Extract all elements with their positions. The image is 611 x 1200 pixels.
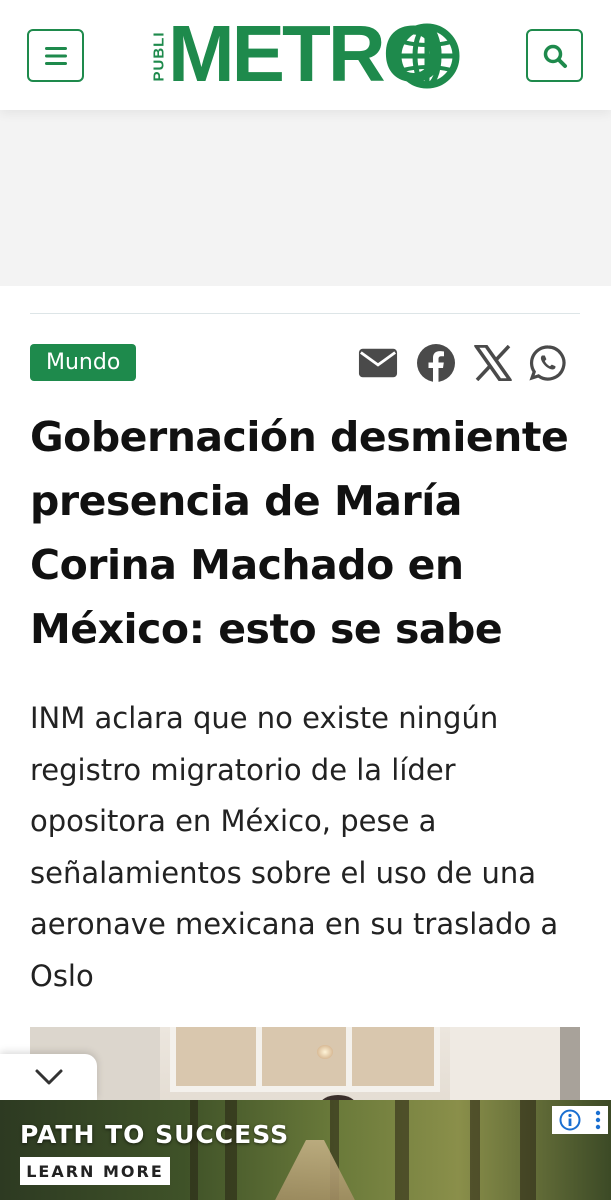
summary-line: registro migratorio de la líder: [30, 752, 456, 787]
ad-choices[interactable]: [552, 1106, 608, 1134]
share-whatsapp-button[interactable]: [528, 343, 568, 383]
ad-tree: [470, 1100, 480, 1200]
search-icon: [543, 44, 567, 68]
share-facebook-button[interactable]: [416, 343, 456, 383]
share-email-button[interactable]: [358, 343, 398, 383]
globe-icon: [394, 23, 460, 89]
info-icon[interactable]: [559, 1109, 581, 1131]
summary-line: opositora en México, pese a: [30, 804, 437, 838]
ad-headline: PATH TO SUCCESS: [20, 1120, 290, 1149]
whatsapp-icon: [529, 345, 566, 381]
ad-forest-path: [270, 1140, 360, 1200]
window-mullion: [346, 1027, 352, 1092]
bottom-ad-banner[interactable]: PATH TO SUCCESS LEARN MORE: [0, 1100, 611, 1200]
kebab-menu-icon[interactable]: [594, 1109, 602, 1131]
collapse-ad-button[interactable]: [0, 1054, 97, 1100]
site-logo[interactable]: PUBLI METRO: [150, 12, 462, 96]
window-mullion: [256, 1027, 262, 1092]
article-image[interactable]: [30, 1027, 580, 1105]
image-lamp: [317, 1045, 333, 1059]
ad-tree: [395, 1100, 409, 1200]
article-headline: Gobernación desmiente presencia de María…: [30, 405, 590, 661]
site-header: PUBLI METRO: [0, 0, 611, 110]
share-x-button[interactable]: [473, 343, 513, 383]
headline-line: México: esto se sabe: [30, 605, 503, 653]
top-ad-placeholder: [0, 110, 611, 286]
search-button[interactable]: [526, 29, 583, 82]
headline-line: Corina Machado en: [30, 541, 464, 589]
menu-button[interactable]: [27, 29, 84, 82]
summary-line: señalamientos sobre el uso de una: [30, 855, 537, 890]
facebook-icon: [417, 344, 455, 383]
logo-prefix: PUBLI: [150, 31, 168, 81]
headline-line: presencia de María: [30, 477, 462, 525]
image-window: [170, 1027, 440, 1092]
x-icon: [474, 345, 512, 381]
category-badge[interactable]: Mundo: [30, 344, 137, 381]
hamburger-menu-icon: [44, 46, 67, 65]
image-edge: [560, 1027, 580, 1105]
summary-line: INM aclara que no existe ningún: [30, 701, 499, 735]
ad-tree: [225, 1100, 237, 1200]
headline-line: Gobernación desmiente: [30, 413, 569, 461]
summary-line: aeronave mexicana en su traslado a: [30, 907, 559, 941]
ad-tree: [520, 1100, 536, 1200]
chevron-down-icon: [35, 1069, 62, 1085]
email-icon: [358, 348, 398, 378]
ad-learn-more-button[interactable]: LEARN MORE: [20, 1157, 170, 1185]
summary-line: Oslo: [30, 958, 94, 993]
divider: [30, 313, 580, 314]
article-summary: INM aclara que no existe ningún registro…: [30, 693, 595, 1002]
ad-tree: [190, 1100, 198, 1200]
